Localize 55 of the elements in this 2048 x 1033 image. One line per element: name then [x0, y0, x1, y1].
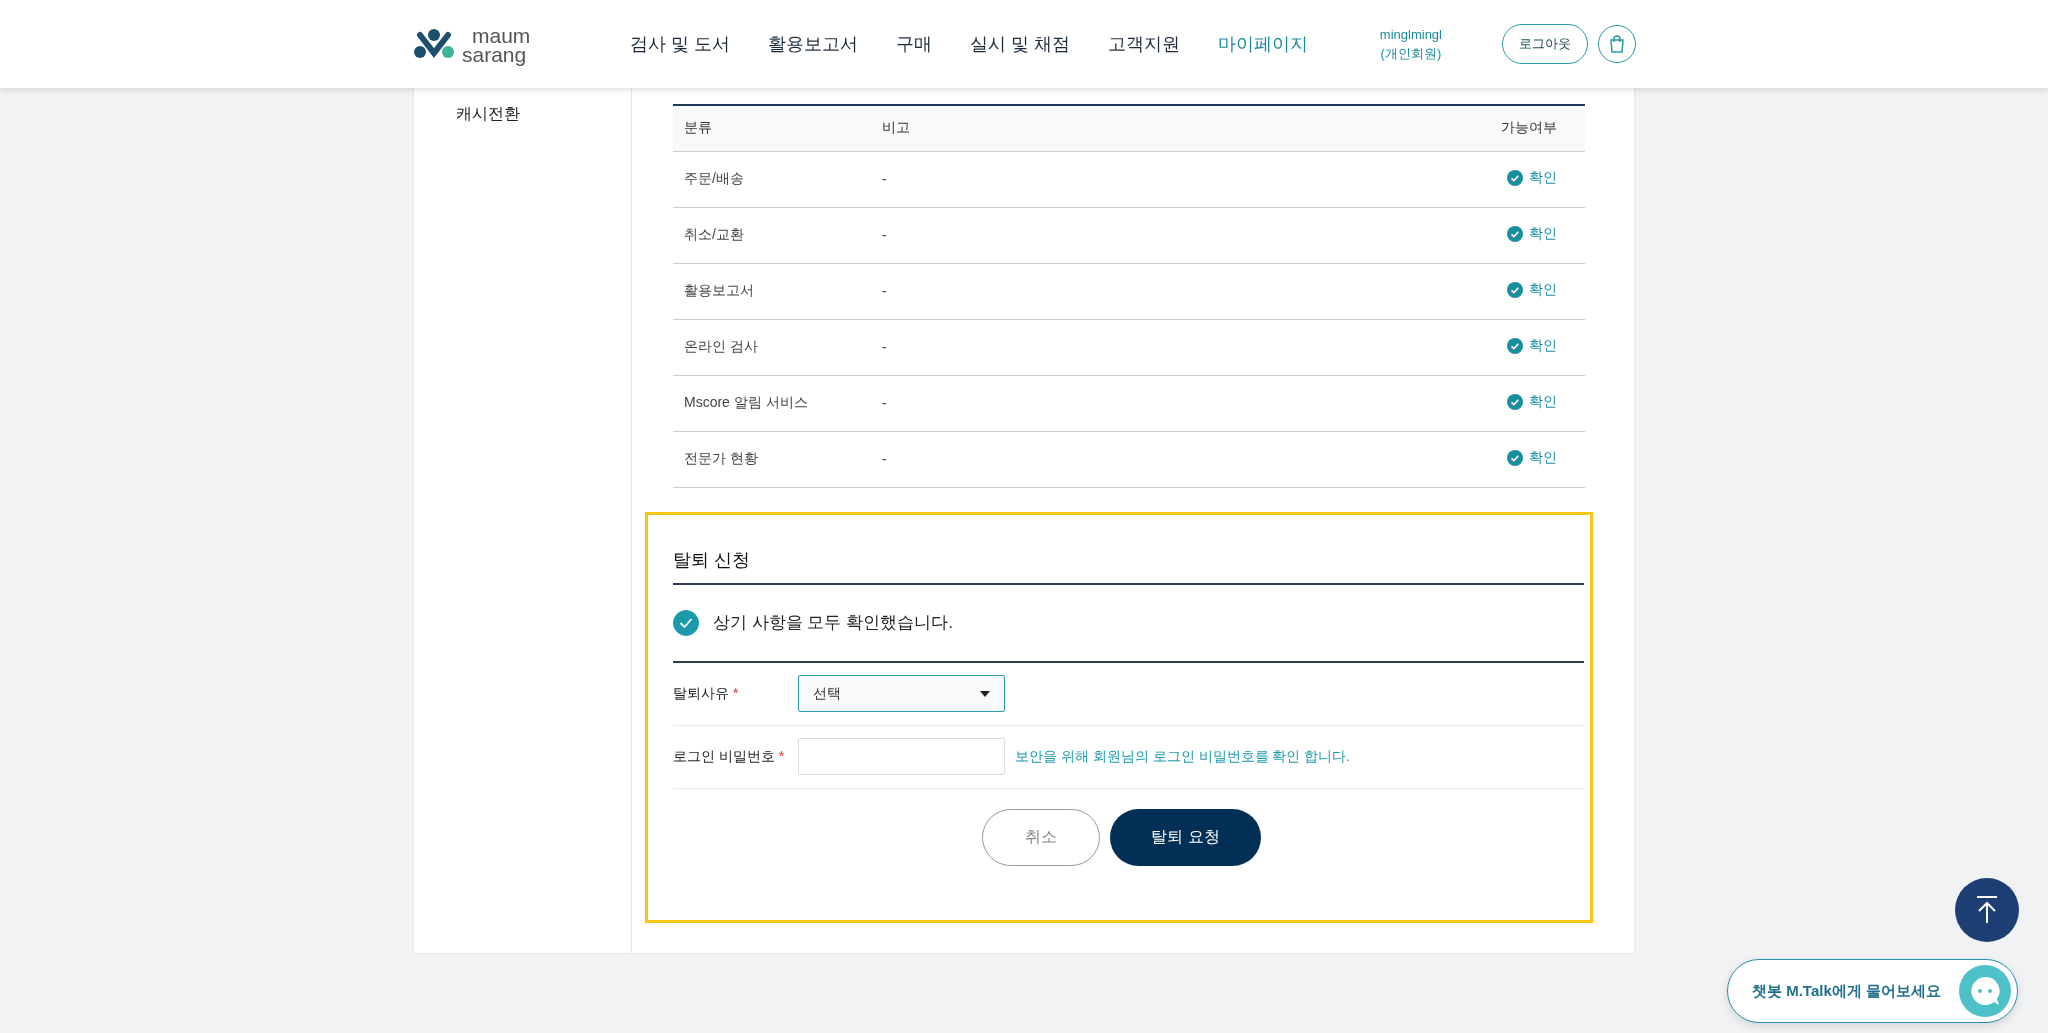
table-cell: - [881, 319, 1065, 375]
cancel-button[interactable]: 취소 [982, 808, 1100, 866]
checkbox[interactable] [673, 609, 699, 636]
chat-bubble-icon [1959, 965, 2011, 1017]
sidebar-item[interactable]: 캐시전환 [456, 104, 631, 125]
column-header: 비고 [881, 105, 1065, 151]
logo-text[interactable]: maum sarang [462, 26, 531, 64]
check-icon [1507, 450, 1523, 466]
status-text: 확인 [1529, 225, 1557, 243]
chatbot-button[interactable]: 챗봇 M.Talk에게 물어보세요 [1727, 959, 2018, 1023]
check-icon [1507, 282, 1523, 298]
nav-link[interactable]: 검사 및 도서 [630, 32, 731, 56]
status-text: 확인 [1529, 169, 1557, 187]
status-text: 확인 [1529, 393, 1557, 411]
table-cell: 온라인 검사 [673, 319, 881, 375]
logo-icon [412, 27, 456, 61]
table-cell: - [881, 151, 1065, 207]
hint-text: 보안을 위해 회원님의 로그인 비밀번호를 확인 합니다. [1015, 747, 1351, 766]
table-cell: 활용보고서 [673, 263, 881, 319]
reason-select[interactable]: 선택 [798, 675, 1005, 712]
table-cell: - [881, 375, 1065, 431]
nav-link[interactable]: 활용보고서 [768, 32, 859, 56]
check-icon [1507, 394, 1523, 410]
table-cell: - [881, 207, 1065, 263]
caret-icon [980, 690, 990, 697]
table-cell: - [881, 263, 1065, 319]
nav-link[interactable]: 고객지원 [1108, 32, 1181, 56]
section-title: 탈퇴 신청 [673, 544, 1584, 585]
check-icon [1507, 170, 1523, 186]
status-text: 확인 [1529, 281, 1557, 299]
logout-button[interactable]: 로그아웃 [1502, 24, 1588, 64]
status-text: 확인 [1529, 449, 1557, 467]
password-field[interactable] [798, 738, 1005, 775]
user-name[interactable]: minglmingl (개인회원) [1379, 25, 1442, 63]
checkbox-label[interactable]: 상기 사항을 모두 확인했습니다. [713, 611, 953, 634]
nav-link[interactable]: 실시 및 채점 [970, 32, 1071, 56]
check-icon [1507, 226, 1523, 242]
table-cell: 주문/배송 [673, 151, 881, 207]
table-cell: 전문가 현황 [673, 431, 881, 487]
check-icon [679, 616, 693, 629]
field-label: 탈퇴사유 * [673, 684, 740, 703]
column-header: 분류 [673, 105, 881, 151]
table-cell: 취소/교환 [673, 207, 881, 263]
cart-button[interactable] [1598, 25, 1636, 63]
submit-button[interactable]: 탈퇴 요청 [1110, 808, 1261, 866]
table-cell: - [881, 431, 1065, 487]
check-icon [1507, 338, 1523, 354]
status-text: 확인 [1529, 337, 1557, 355]
arrow-up-icon [1975, 895, 1999, 925]
bag-icon [1609, 35, 1625, 53]
field-label: 로그인 비밀번호 * [673, 747, 786, 766]
table-cell: Mscore 알림 서비스 [673, 375, 881, 431]
nav-link[interactable]: 마이페이지 [1218, 32, 1309, 56]
nav-link[interactable]: 구매 [896, 32, 933, 56]
column-header: 가능여부 [1064, 105, 1585, 151]
